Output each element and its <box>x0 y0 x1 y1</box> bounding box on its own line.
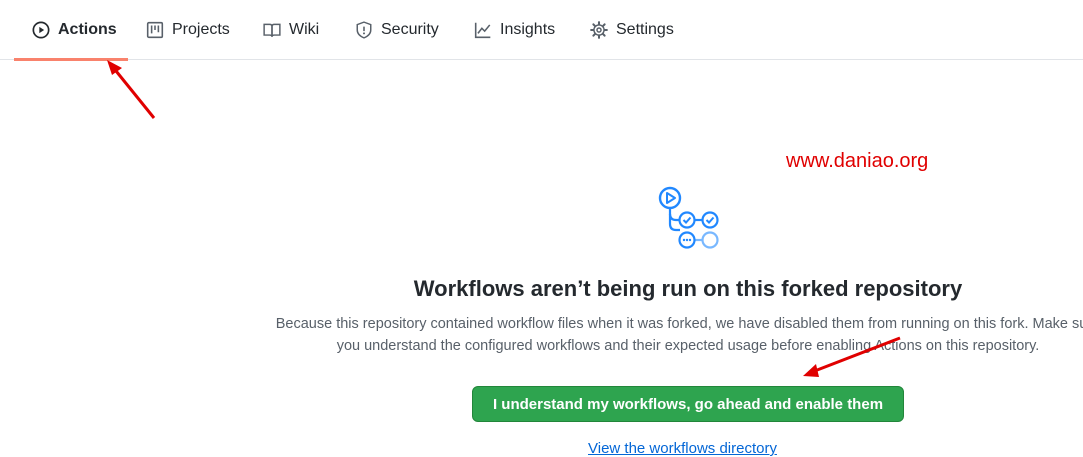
annotation-arrows <box>107 60 901 377</box>
tab-security[interactable]: Security <box>355 0 439 60</box>
graph-icon <box>474 21 492 39</box>
workflow-illustration-icon <box>654 184 722 252</box>
tab-label: Projects <box>172 21 230 38</box>
page-title: Workflows aren’t being run on this forke… <box>413 276 963 301</box>
arrow-to-actions-tab <box>107 60 156 119</box>
tab-label: Security <box>381 21 439 38</box>
watermark-text: www.daniao.org <box>786 150 929 172</box>
tab-label: Wiki <box>289 21 320 38</box>
tab-label: Settings <box>616 21 674 38</box>
play-icon <box>32 21 50 39</box>
repo-nav-tabs: Actions Projects Wiki Security Insights … <box>0 0 1083 61</box>
active-tab-underline <box>14 58 128 61</box>
tab-actions[interactable]: Actions <box>32 0 117 60</box>
description-line: you understand the configured workflows … <box>336 338 1040 354</box>
tab-label: Actions <box>58 21 117 38</box>
tab-projects[interactable]: Projects <box>146 0 230 60</box>
tab-settings[interactable]: Settings <box>590 0 674 60</box>
tab-insights[interactable]: Insights <box>474 0 555 60</box>
description-line: Because this repository contained workfl… <box>275 316 1083 332</box>
disabled-workflows-description: Because this repository contained workfl… <box>228 313 1083 357</box>
book-icon <box>263 21 281 39</box>
gear-icon <box>590 21 608 39</box>
shield-icon <box>355 21 373 39</box>
workflows-directory-link[interactable]: View the workflows directory <box>588 440 777 457</box>
tab-wiki[interactable]: Wiki <box>263 0 319 60</box>
project-board-icon <box>146 21 164 39</box>
tab-label: Insights <box>500 21 556 38</box>
enable-workflows-button[interactable]: I understand my workflows, go ahead and … <box>472 386 904 422</box>
